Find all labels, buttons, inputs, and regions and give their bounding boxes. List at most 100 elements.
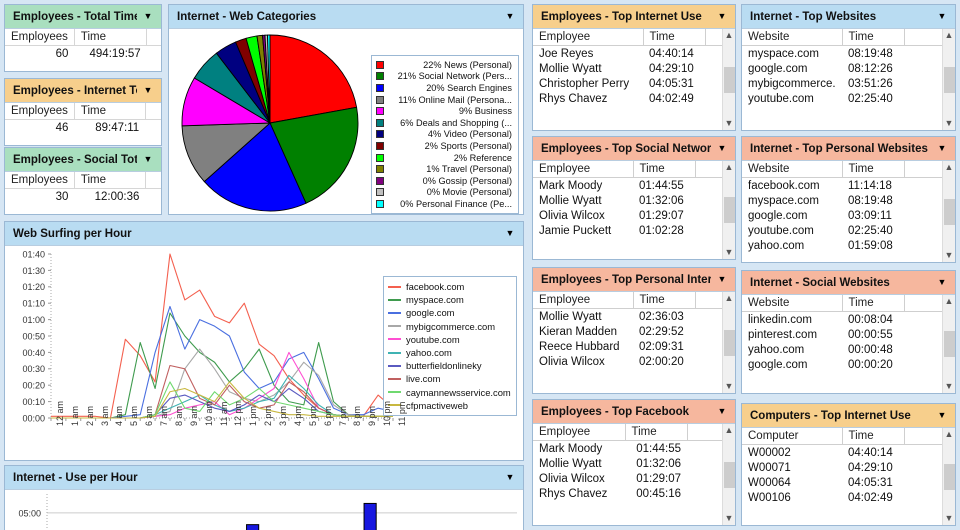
table-row[interactable]: W0006404:05:31: [742, 475, 942, 490]
panel-internet-web-categories[interactable]: Internet - Web Categories ▼ 22% News (Pe…: [168, 4, 524, 215]
scroll-down-arrow[interactable]: ▼: [725, 380, 734, 393]
table-row[interactable]: Mark Moody01:44:55: [533, 178, 722, 194]
panel-internet-use-per-hour[interactable]: Internet - Use per Hour ▼ 05:0004:30: [4, 465, 524, 530]
panel-header[interactable]: Internet - Top Personal Websites ▼: [742, 137, 955, 161]
scrollbar-thumb[interactable]: [944, 67, 955, 93]
scroll-up-arrow[interactable]: ▲: [945, 29, 954, 42]
table-row[interactable]: Mollie Wyatt04:29:10: [533, 61, 722, 76]
panel-employees-top-facebook[interactable]: Employees - Top Facebook ▼ EmployeeTimeM…: [532, 399, 736, 526]
table-row[interactable]: pinterest.com00:00:55: [742, 327, 942, 342]
panel-header[interactable]: Internet - Social Websites ▼: [742, 271, 955, 295]
table-row[interactable]: W0000204:40:14: [742, 445, 942, 461]
panel-internet-top-websites[interactable]: Internet - Top Websites ▼ WebsiteTimemys…: [741, 4, 956, 131]
panel-header[interactable]: Internet - Web Categories ▼: [169, 5, 523, 29]
table-row[interactable]: Mark Moody01:44:55: [533, 441, 722, 457]
panel-employees-total-time[interactable]: Employees - Total Time ▼ Employees Time …: [4, 4, 162, 72]
scroll-down-arrow[interactable]: ▼: [725, 117, 734, 130]
scroll-up-arrow[interactable]: ▲: [725, 161, 734, 174]
vertical-scrollbar[interactable]: ▲ ▼: [722, 292, 735, 393]
scroll-up-arrow[interactable]: ▲: [945, 295, 954, 308]
vertical-scrollbar[interactable]: ▲ ▼: [942, 161, 955, 262]
chevron-down-icon[interactable]: ▼: [935, 12, 949, 21]
scroll-up-arrow[interactable]: ▲: [945, 161, 954, 174]
scroll-down-arrow[interactable]: ▼: [945, 249, 954, 262]
chevron-down-icon[interactable]: ▼: [715, 275, 729, 284]
table-row[interactable]: google.com00:00:20: [742, 357, 942, 372]
panel-web-surfing-per-hour[interactable]: Web Surfing per Hour ▼ 00:0000:1000:2000…: [4, 221, 524, 461]
scroll-down-arrow[interactable]: ▼: [945, 512, 954, 525]
vertical-scrollbar[interactable]: ▲ ▼: [722, 424, 735, 525]
table-row[interactable]: Reece Hubbard02:09:31: [533, 339, 722, 354]
table-row[interactable]: W0010604:02:49: [742, 490, 942, 505]
table-row[interactable]: 46 89:47:11: [5, 120, 161, 137]
bar[interactable]: [247, 525, 259, 530]
scroll-up-arrow[interactable]: ▲: [725, 424, 734, 437]
scrollbar-thumb[interactable]: [724, 67, 735, 93]
chevron-down-icon[interactable]: ▼: [715, 12, 729, 21]
chevron-down-icon[interactable]: ▼: [935, 278, 949, 287]
panel-header[interactable]: Employees - Total Time ▼: [5, 5, 161, 29]
table-row[interactable]: Rhys Chavez04:02:49: [533, 91, 722, 106]
chevron-down-icon[interactable]: ▼: [715, 144, 729, 153]
chevron-down-icon[interactable]: ▼: [935, 144, 949, 153]
table-row[interactable]: Mollie Wyatt01:32:06: [533, 456, 722, 471]
panel-employees-top-social-network[interactable]: Employees - Top Social Network ▼ Employe…: [532, 136, 736, 260]
chevron-down-icon[interactable]: ▼: [503, 12, 517, 21]
table-row[interactable]: google.com03:09:11: [742, 208, 942, 223]
panel-employees-top-internet-use[interactable]: Employees - Top Internet Use ▼ EmployeeT…: [532, 4, 736, 131]
panel-header[interactable]: Computers - Top Internet Use ▼: [742, 404, 955, 428]
panel-header[interactable]: Employees - Top Personal Internet U ▼: [533, 268, 735, 292]
table-row[interactable]: Kieran Madden02:29:52: [533, 324, 722, 339]
table-row[interactable]: Olivia Wilcox02:00:20: [533, 354, 722, 369]
panel-header[interactable]: Internet - Use per Hour ▼: [5, 466, 523, 490]
scrollbar-thumb[interactable]: [724, 330, 735, 356]
table-row[interactable]: linkedin.com00:08:04: [742, 312, 942, 328]
panel-computers-top-internet-use[interactable]: Computers - Top Internet Use ▼ ComputerT…: [741, 403, 956, 526]
table-row[interactable]: facebook.com11:14:18: [742, 178, 942, 194]
table-row[interactable]: myspace.com08:19:48: [742, 46, 942, 62]
chevron-down-icon[interactable]: ▼: [503, 473, 517, 482]
panel-employees-internet-total[interactable]: Employees - Internet Total T ▼ Employees…: [4, 78, 162, 146]
scroll-up-arrow[interactable]: ▲: [725, 29, 734, 42]
scroll-up-arrow[interactable]: ▲: [945, 428, 954, 441]
scrollbar-thumb[interactable]: [724, 197, 735, 223]
table-row[interactable]: yahoo.com00:00:48: [742, 342, 942, 357]
panel-header[interactable]: Internet - Top Websites ▼: [742, 5, 955, 29]
chevron-down-icon[interactable]: ▼: [141, 155, 155, 164]
panel-header[interactable]: Web Surfing per Hour ▼: [5, 222, 523, 246]
table-row[interactable]: Olivia Wilcox01:29:07: [533, 471, 722, 486]
scroll-up-arrow[interactable]: ▲: [725, 292, 734, 305]
table-row[interactable]: Mollie Wyatt01:32:06: [533, 193, 722, 208]
table-row[interactable]: Christopher Perry04:05:31: [533, 76, 722, 91]
table-row[interactable]: youtube.com02:25:40: [742, 91, 942, 106]
table-row[interactable]: yahoo.com01:59:08: [742, 238, 942, 253]
chevron-down-icon[interactable]: ▼: [141, 12, 155, 21]
panel-employees-social-total[interactable]: Employees - Social Total ▼ Employees Tim…: [4, 147, 162, 215]
chevron-down-icon[interactable]: ▼: [503, 229, 517, 238]
panel-header[interactable]: Employees - Top Internet Use ▼: [533, 5, 735, 29]
table-row[interactable]: Joe Reyes04:40:14: [533, 46, 722, 62]
table-row[interactable]: Jamie Puckett01:02:28: [533, 223, 722, 238]
scroll-down-arrow[interactable]: ▼: [725, 246, 734, 259]
panel-header[interactable]: Employees - Internet Total T ▼: [5, 79, 161, 103]
bar[interactable]: [364, 503, 376, 530]
scroll-down-arrow[interactable]: ▼: [725, 512, 734, 525]
table-row[interactable]: 60 494:19:57: [5, 46, 161, 63]
vertical-scrollbar[interactable]: ▲ ▼: [942, 428, 955, 525]
scrollbar-thumb[interactable]: [944, 331, 955, 357]
vertical-scrollbar[interactable]: ▲ ▼: [722, 29, 735, 130]
chevron-down-icon[interactable]: ▼: [715, 407, 729, 416]
vertical-scrollbar[interactable]: ▲ ▼: [722, 161, 735, 259]
table-row[interactable]: Mollie Wyatt02:36:03: [533, 309, 722, 325]
scrollbar-thumb[interactable]: [944, 464, 955, 490]
panel-header[interactable]: Employees - Social Total ▼: [5, 148, 161, 172]
table-row[interactable]: google.com08:12:26: [742, 61, 942, 76]
table-row[interactable]: W0007104:29:10: [742, 460, 942, 475]
table-row[interactable]: youtube.com02:25:40: [742, 223, 942, 238]
panel-internet-top-personal-websites[interactable]: Internet - Top Personal Websites ▼ Websi…: [741, 136, 956, 263]
table-row[interactable]: 30 12:00:36: [5, 189, 161, 206]
panel-employees-top-personal-internet-use[interactable]: Employees - Top Personal Internet U ▼ Em…: [532, 267, 736, 394]
scroll-down-arrow[interactable]: ▼: [945, 117, 954, 130]
panel-internet-social-websites[interactable]: Internet - Social Websites ▼ WebsiteTime…: [741, 270, 956, 394]
table-row[interactable]: Olivia Wilcox01:29:07: [533, 208, 722, 223]
